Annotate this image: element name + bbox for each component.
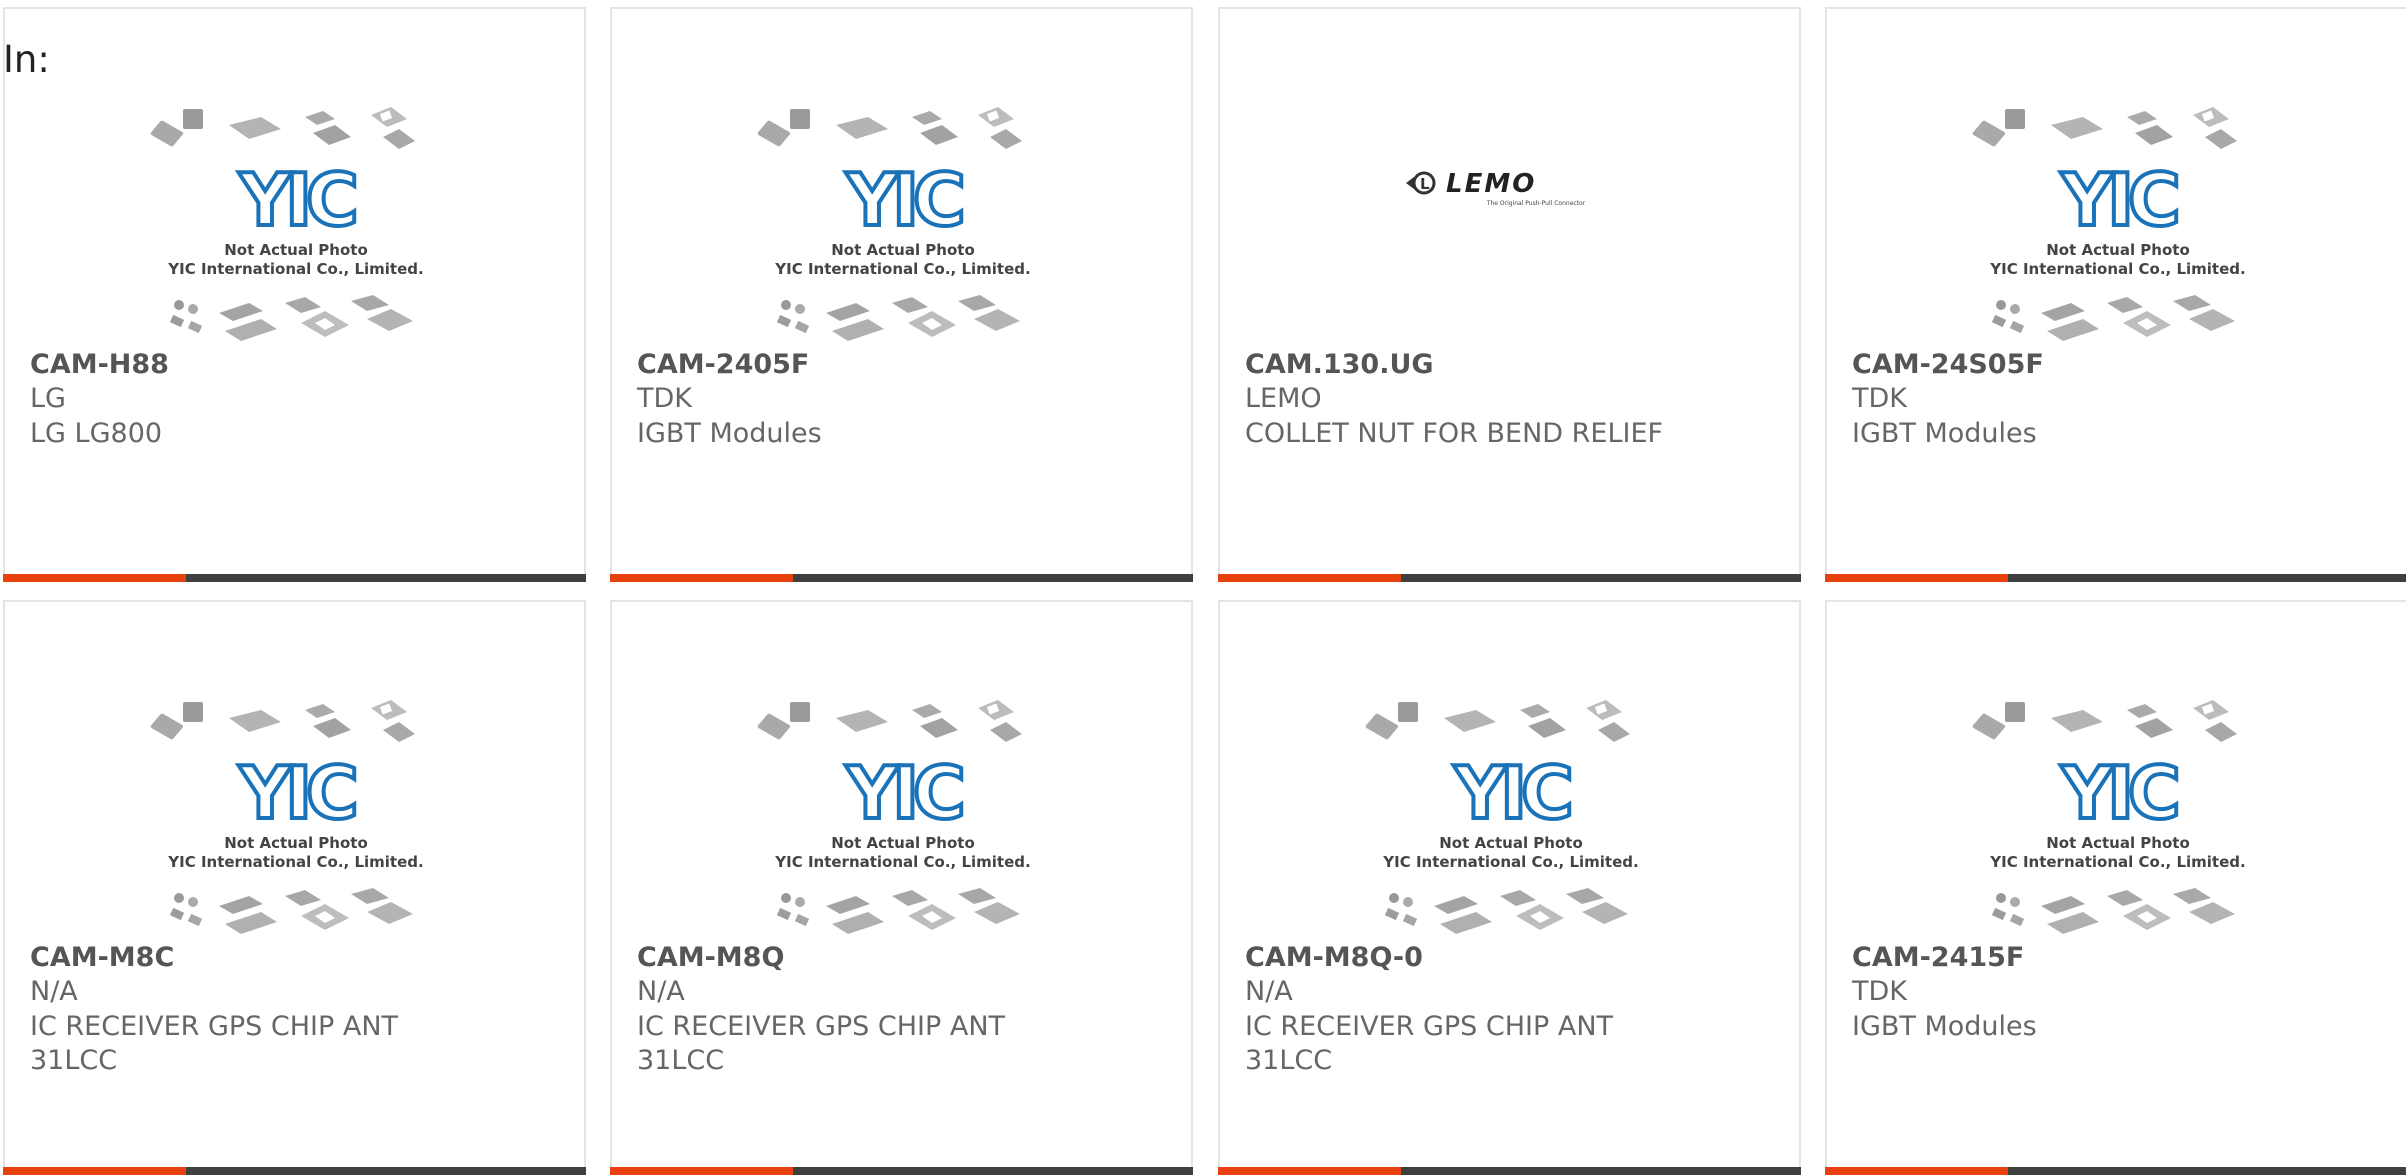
product-image: YIC Not Actual Photo YIC International Co.… (5, 97, 584, 347)
part-number[interactable]: CAM-M8C (30, 942, 174, 973)
product-card[interactable]: YIC Not Actual Photo YIC International Co.… (1218, 600, 1801, 1175)
part-number[interactable]: CAM-24S05F (1852, 349, 2044, 380)
card-bottom-bar (1218, 1167, 1801, 1175)
description: IC RECEIVER GPS CHIP ANT 31LCC (637, 1011, 1006, 1076)
manufacturer: LEMO (1245, 383, 1322, 414)
manufacturer: N/A (1245, 976, 1293, 1007)
filter-label: In: (3, 38, 50, 81)
description: IC RECEIVER GPS CHIP ANT 31LCC (30, 1011, 399, 1076)
caption-not-actual-photo: Not Actual Photo (1439, 834, 1583, 852)
yic-logo: YIC (845, 158, 962, 242)
caption-not-actual-photo: Not Actual Photo (2046, 241, 2190, 259)
card-bottom-bar (1218, 574, 1801, 582)
manufacturer: LG (30, 383, 66, 414)
caption-not-actual-photo: Not Actual Photo (831, 834, 975, 852)
yic-logo: YIC (238, 751, 355, 835)
product-card[interactable]: YIC Not Actual Photo YIC International Co.… (610, 600, 1193, 1175)
caption-company: YIC International Co., Limited. (1382, 853, 1638, 871)
manufacturer: TDK (1852, 976, 1907, 1007)
yic-logo: YIC (1453, 751, 1570, 835)
manufacturer: TDK (637, 383, 692, 414)
part-number[interactable]: CAM-2415F (1852, 942, 2024, 973)
card-accent-bar (1218, 574, 1401, 582)
product-image: YIC Not Actual Photo YIC International Co.… (1827, 690, 2406, 940)
product-image: YIC Not Actual Photo YIC International Co.… (5, 690, 584, 940)
description: COLLET NUT FOR BEND RELIEF (1245, 418, 1664, 449)
card-bottom-bar (3, 574, 586, 582)
card-bottom-bar (610, 1167, 1193, 1175)
caption-not-actual-photo: Not Actual Photo (224, 241, 368, 259)
manufacturer: N/A (30, 976, 78, 1007)
manufacturer: N/A (637, 976, 685, 1007)
description: IGBT Modules (1852, 418, 2037, 449)
product-card[interactable]: YIC Not Actual Photo YIC International Co.… (3, 600, 586, 1175)
caption-company: YIC International Co., Limited. (774, 260, 1030, 278)
caption-not-actual-photo: Not Actual Photo (224, 834, 368, 852)
caption-company: YIC International Co., Limited. (167, 260, 423, 278)
manufacturer: TDK (1852, 383, 1907, 414)
description: IGBT Modules (1852, 1011, 2037, 1042)
product-card[interactable]: YIC Not Actual Photo YIC International Co.… (3, 7, 586, 582)
part-number[interactable]: CAM-M8Q (637, 942, 784, 973)
caption-company: YIC International Co., Limited. (1989, 260, 2245, 278)
card-bottom-bar (1825, 574, 2406, 582)
card-accent-bar (610, 1167, 793, 1175)
description: LG LG800 (30, 418, 163, 449)
part-number[interactable]: CAM-M8Q-0 (1245, 942, 1423, 973)
caption-company: YIC International Co., Limited. (1989, 853, 2245, 871)
product-image: YIC Not Actual Photo YIC International Co.… (1827, 97, 2406, 347)
product-image: YIC Not Actual Photo YIC International Co.… (612, 690, 1191, 940)
product-image: L LEMO The Original Push-Pull Connector (1220, 97, 1799, 347)
card-accent-bar (1218, 1167, 1401, 1175)
card-accent-bar (3, 1167, 186, 1175)
yic-logo: YIC (845, 751, 962, 835)
card-accent-bar (3, 574, 186, 582)
card-bottom-bar (610, 574, 1193, 582)
part-number[interactable]: CAM-H88 (30, 349, 169, 380)
product-card[interactable]: YIC Not Actual Photo YIC International Co.… (1825, 600, 2406, 1175)
caption-not-actual-photo: Not Actual Photo (2046, 834, 2190, 852)
yic-logo: YIC (2060, 158, 2177, 242)
product-card[interactable]: YIC Not Actual Photo YIC International Co.… (1825, 7, 2406, 582)
card-accent-bar (610, 574, 793, 582)
lemo-logo: LEMO (1446, 169, 1536, 199)
card-accent-bar (1825, 574, 2008, 582)
caption-company: YIC International Co., Limited. (774, 853, 1030, 871)
svg-text:L: L (1420, 175, 1430, 193)
product-card[interactable]: YIC Not Actual Photo YIC International Co.… (610, 7, 1193, 582)
part-number[interactable]: CAM.130.UG (1245, 349, 1434, 380)
caption-not-actual-photo: Not Actual Photo (831, 241, 975, 259)
caption-company: YIC International Co., Limited. (167, 853, 423, 871)
yic-logo: YIC (2060, 751, 2177, 835)
lemo-tagline: The Original Push-Pull Connector (1486, 200, 1586, 207)
yic-logo: YIC (238, 158, 355, 242)
card-bottom-bar (1825, 1167, 2406, 1175)
product-image: YIC Not Actual Photo YIC International Co.… (1220, 690, 1799, 940)
description: IGBT Modules (637, 418, 822, 449)
product-image: YIC Not Actual Photo YIC International Co.… (612, 97, 1191, 347)
product-card[interactable]: L LEMO The Original Push-Pull Connector CA… (1218, 7, 1801, 582)
description: IC RECEIVER GPS CHIP ANT 31LCC (1245, 1011, 1614, 1076)
part-number[interactable]: CAM-2405F (637, 349, 809, 380)
card-accent-bar (1825, 1167, 2008, 1175)
card-bottom-bar (3, 1167, 586, 1175)
